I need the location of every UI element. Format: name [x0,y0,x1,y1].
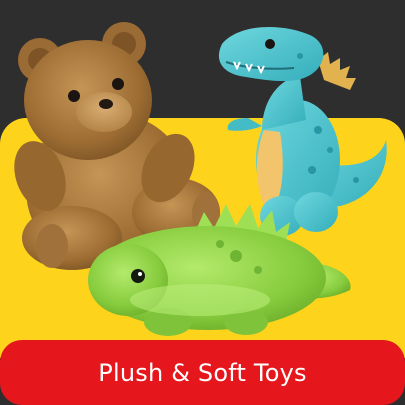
category-label: Plush & Soft Toys [98,358,307,387]
category-label-bar[interactable]: Plush & Soft Toys [0,340,405,405]
dinosaur-icon [218,26,387,236]
category-tile-plush-soft-toys[interactable]: Plush & Soft Toys [0,0,405,405]
